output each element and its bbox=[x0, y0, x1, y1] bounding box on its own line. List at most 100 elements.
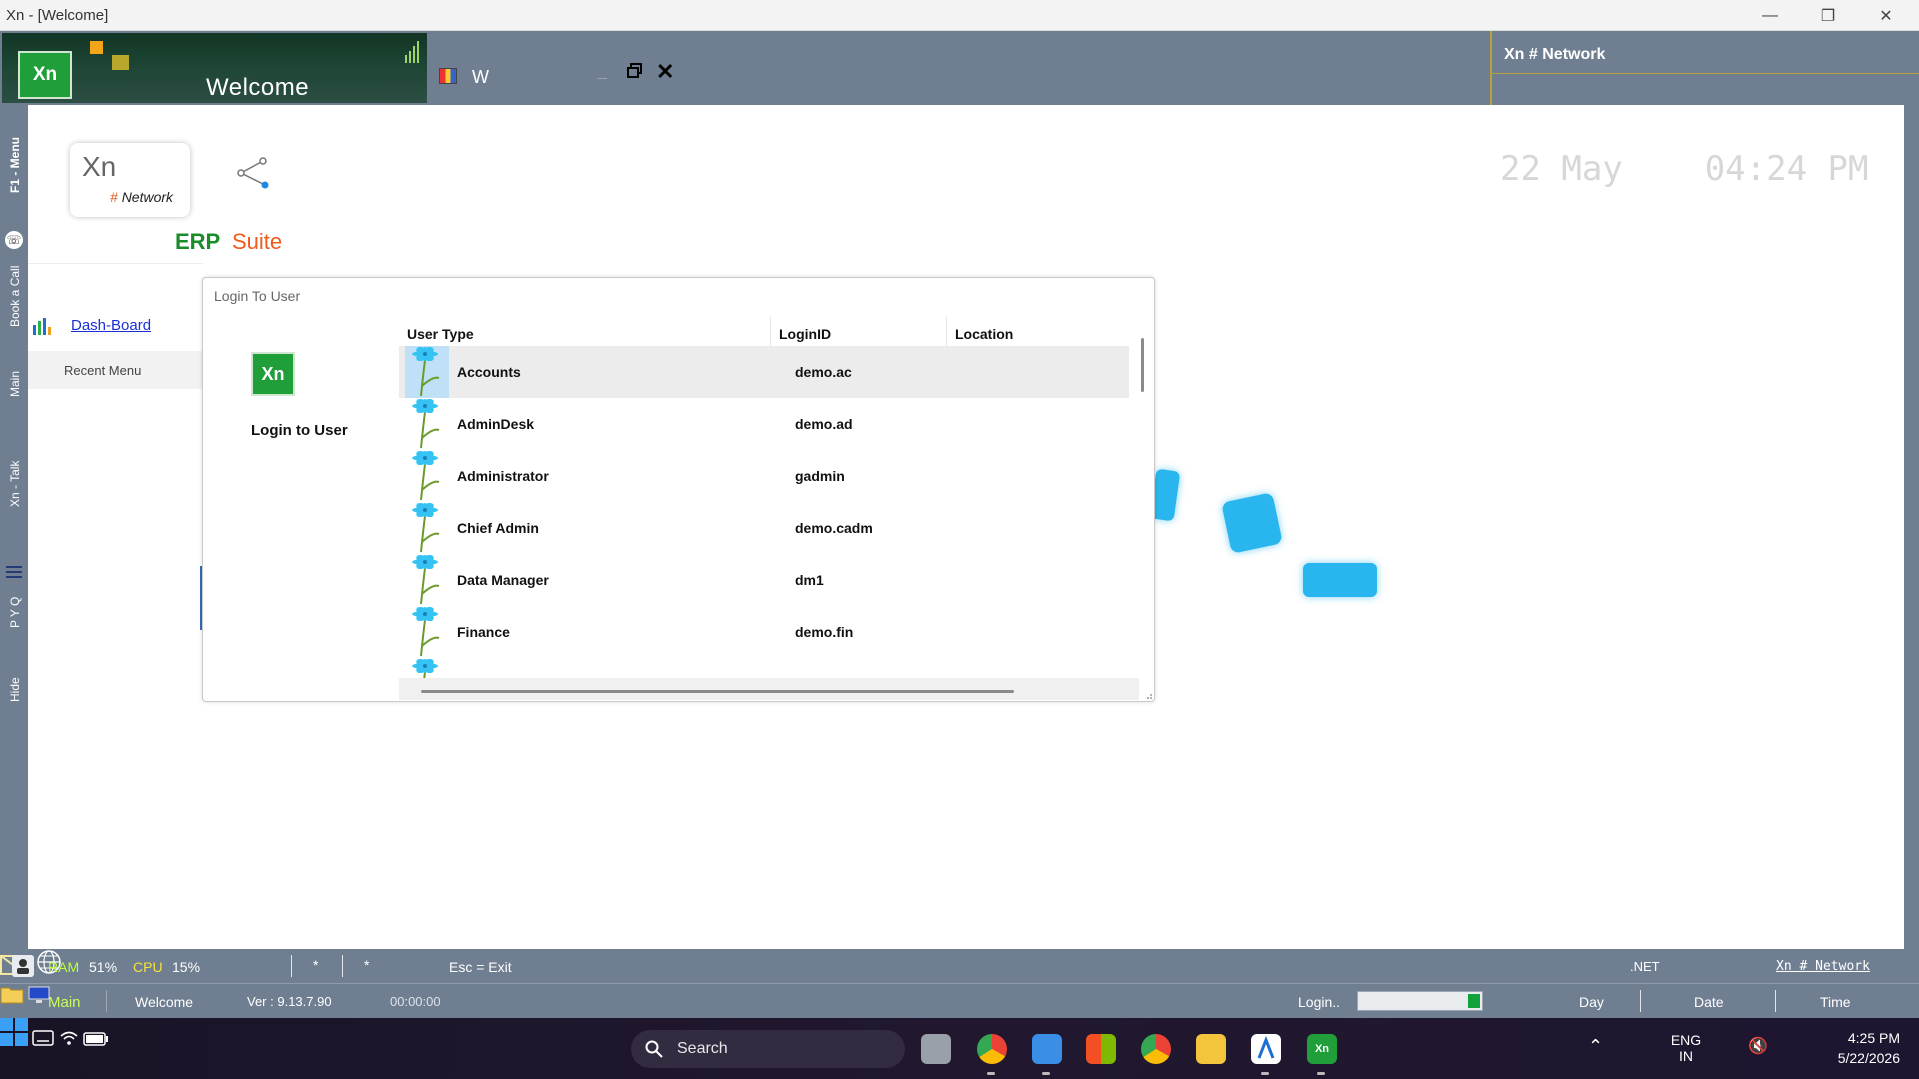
system-clock[interactable]: 4:25 PM 5/22/2026 bbox=[1818, 1030, 1900, 1066]
welcome-panel: Xn Welcome bbox=[2, 33, 427, 103]
divider bbox=[28, 263, 203, 264]
file-explorer-icon[interactable] bbox=[1196, 1034, 1226, 1064]
task-view-icon[interactable] bbox=[921, 1034, 951, 1064]
date-time-display: 22 May 04:24 PM bbox=[1500, 149, 1868, 189]
network-text: Network bbox=[121, 189, 174, 205]
time-display: 04:24 PM bbox=[1704, 149, 1869, 189]
separator bbox=[106, 990, 107, 1012]
elapsed-timer: 00:00:00 bbox=[390, 994, 441, 1009]
running-indicator bbox=[1261, 1072, 1269, 1075]
store-icon[interactable] bbox=[1086, 1034, 1116, 1064]
login-to-user-label: Login to User bbox=[251, 422, 348, 439]
windows-start-icon[interactable] bbox=[0, 1018, 28, 1046]
main-module-label[interactable]: Main bbox=[48, 994, 81, 1011]
brand-panel: Xn # Network bbox=[1490, 31, 1919, 105]
notepad-icon[interactable] bbox=[1032, 1034, 1062, 1064]
table-row[interactable]: Chief Admin demo.cadm bbox=[399, 502, 1129, 554]
dialog-title: Login To User bbox=[214, 288, 301, 304]
column-header-location[interactable]: Location bbox=[947, 316, 1127, 346]
cpu-label: CPU bbox=[133, 959, 163, 975]
vertical-scrollbar[interactable] bbox=[1141, 338, 1144, 392]
chevron-up-icon[interactable]: ⌃ bbox=[1588, 1036, 1603, 1057]
chrome-profile-icon[interactable] bbox=[977, 1034, 1007, 1064]
xn-app-icon[interactable]: Xn bbox=[1307, 1034, 1337, 1064]
wifi-icon[interactable] bbox=[59, 1030, 79, 1046]
login-id-cell: demo.ac bbox=[795, 364, 852, 380]
phone-icon[interactable]: ☏ bbox=[5, 231, 23, 249]
esc-exit-hint: Esc = Exit bbox=[449, 959, 512, 975]
horizontal-scrollbar[interactable] bbox=[421, 690, 1014, 693]
status-bar-top: RAM 51% CPU 15% * * Esc = Exit .NET Xn #… bbox=[0, 949, 1919, 983]
grid-footer bbox=[399, 678, 1139, 700]
separator bbox=[291, 955, 292, 977]
running-indicator bbox=[987, 1072, 995, 1075]
folder-icon bbox=[0, 987, 24, 1004]
table-row[interactable]: Accounts demo.ac bbox=[399, 346, 1129, 398]
login-id-cell: gadmin bbox=[795, 468, 845, 484]
status-star-2: * bbox=[364, 957, 370, 973]
version-label: Ver : 9.13.7.90 bbox=[247, 994, 332, 1009]
battery-icon[interactable] bbox=[83, 1032, 109, 1046]
table-row[interactable]: AdminDesk demo.ad bbox=[399, 398, 1129, 450]
login-id-cell: demo.ad bbox=[795, 416, 853, 432]
close-button[interactable]: ✕ bbox=[1857, 0, 1915, 31]
dialog-logo: Xn bbox=[251, 352, 295, 396]
running-indicator bbox=[1042, 1072, 1050, 1075]
tab-label: W bbox=[472, 67, 489, 87]
tab-minimize-icon[interactable]: _ bbox=[598, 63, 607, 81]
chrome-icon[interactable] bbox=[1141, 1034, 1171, 1064]
user-type-cell: Finance bbox=[457, 624, 510, 640]
share-icon[interactable] bbox=[233, 153, 273, 193]
user-status-icon[interactable] bbox=[12, 955, 34, 977]
search-icon bbox=[645, 1040, 663, 1058]
left-vertical-strip: F1 - Menu ☏ Book a Call Main Xn - Talk P… bbox=[0, 105, 28, 949]
app-icon[interactable] bbox=[1251, 1034, 1281, 1064]
bar-chart-icon bbox=[33, 318, 51, 335]
windows-taskbar: Search Xn ⌃ ENG IN 🔇 4:25 PM 5/22/2026 bbox=[0, 1018, 1919, 1079]
tab-restore-icon[interactable] bbox=[626, 62, 644, 80]
keyboard-icon[interactable] bbox=[32, 1030, 55, 1046]
minimize-button[interactable]: — bbox=[1741, 0, 1799, 31]
hash-mark: # bbox=[110, 189, 118, 205]
document-tab[interactable]: W _ ✕ bbox=[428, 59, 678, 105]
login-id-cell: demo.fin bbox=[795, 624, 854, 640]
window-icon bbox=[439, 68, 457, 84]
login-status-label: Login.. bbox=[1298, 994, 1341, 1010]
user-type-cell: Accounts bbox=[457, 364, 521, 380]
table-row[interactable]: Finance demo.fin bbox=[399, 606, 1129, 658]
table-row[interactable]: Data Manager dm1 bbox=[399, 554, 1129, 606]
taskbar-search-box[interactable]: Search bbox=[631, 1030, 905, 1068]
table-row-partial[interactable] bbox=[399, 658, 1129, 678]
language-indicator[interactable]: ENG IN bbox=[1668, 1032, 1704, 1064]
flower-icon bbox=[405, 450, 449, 502]
brand-divider bbox=[1492, 73, 1919, 74]
restore-button[interactable]: ❐ bbox=[1799, 0, 1857, 31]
separator bbox=[342, 955, 343, 977]
status-bar-bottom: Main Welcome Ver : 9.13.7.90 00:00:00 Lo… bbox=[0, 983, 1919, 1018]
clock-date: 5/22/2026 bbox=[1837, 1050, 1900, 1066]
column-header-login-id[interactable]: LoginID bbox=[771, 316, 947, 346]
user-type-cell: Data Manager bbox=[457, 572, 549, 588]
xn-logo[interactable]: Xn bbox=[18, 51, 72, 99]
language-code: ENG bbox=[1670, 1032, 1702, 1048]
dashboard-link[interactable]: Dash-Board bbox=[71, 317, 151, 334]
ram-label: RAM bbox=[48, 959, 80, 975]
user-type-cell: Administrator bbox=[457, 468, 549, 484]
right-strip bbox=[1904, 105, 1919, 949]
resize-grip-icon[interactable] bbox=[1143, 690, 1153, 700]
f1-menu-label: F1 - Menu bbox=[8, 137, 22, 193]
current-screen-label: Welcome bbox=[135, 994, 194, 1010]
erp-label: ERP bbox=[175, 229, 221, 254]
volume-muted-icon[interactable]: 🔇 bbox=[1748, 1036, 1768, 1056]
orange-square-decoration bbox=[90, 41, 103, 54]
recent-menu[interactable]: Recent Menu bbox=[28, 351, 203, 389]
column-header-user-type[interactable]: User Type bbox=[399, 316, 771, 346]
user-grid: User Type LoginID Location Accounts demo.… bbox=[399, 316, 1139, 678]
date-display: 22 May bbox=[1500, 149, 1623, 189]
table-row[interactable]: Administrator gadmin bbox=[399, 450, 1129, 502]
search-placeholder: Search bbox=[677, 1040, 728, 1057]
tab-close-icon[interactable]: ✕ bbox=[656, 59, 674, 85]
flower-icon bbox=[405, 658, 449, 678]
xn-network-link[interactable]: Xn # Network bbox=[1776, 959, 1870, 974]
brand-title: Xn # Network bbox=[1504, 46, 1606, 63]
